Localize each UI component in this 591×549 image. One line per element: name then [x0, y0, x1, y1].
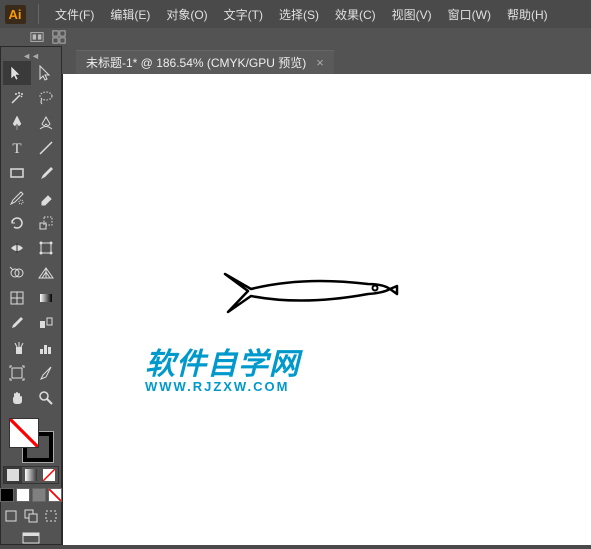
doc-control-bar — [0, 28, 591, 46]
titlebar: Ai 文件(F) 编辑(E) 对象(O) 文字(T) 选择(S) 效果(C) 视… — [0, 0, 591, 28]
screen-mode-icon[interactable] — [22, 532, 40, 549]
watermark-url: WWW.RJZXW.COM — [145, 379, 300, 394]
swatch-red[interactable] — [48, 488, 62, 502]
type-tool[interactable]: T — [3, 136, 31, 160]
artboard-tool[interactable] — [3, 361, 31, 385]
mesh-tool[interactable] — [3, 286, 31, 310]
direct-selection-tool[interactable] — [32, 61, 60, 85]
swatch-gray[interactable] — [32, 488, 46, 502]
svg-text:T: T — [12, 141, 21, 157]
color-mode-solid[interactable] — [4, 467, 22, 483]
eyedropper-tool[interactable] — [3, 311, 31, 335]
menu-type[interactable]: 文字(T) — [216, 0, 271, 28]
color-section — [3, 418, 59, 549]
watermark: 软件自学网 WWW.RJZXW.COM — [145, 339, 300, 394]
eraser-tool[interactable] — [32, 186, 60, 210]
width-tool[interactable] — [3, 236, 31, 260]
watermark-text: 软件自学网 — [145, 339, 300, 383]
scale-tool[interactable] — [32, 211, 60, 235]
pen-tool[interactable] — [3, 111, 31, 135]
draw-behind-icon[interactable] — [23, 508, 39, 524]
tab-title: 未标题-1* @ 186.54% (CMYK/GPU 预览) — [86, 54, 306, 71]
tools-panel: ◄◄ T — [0, 46, 62, 545]
hand-tool[interactable] — [3, 386, 31, 410]
slice-tool[interactable] — [32, 361, 60, 385]
gradient-tool[interactable] — [32, 286, 60, 310]
menu-select[interactable]: 选择(S) — [271, 0, 327, 28]
fish-drawing — [213, 264, 413, 327]
rotate-tool[interactable] — [3, 211, 31, 235]
fill-stroke-indicator[interactable] — [9, 418, 53, 462]
shaper-tool[interactable] — [3, 186, 31, 210]
swatch-white[interactable] — [16, 488, 30, 502]
line-tool[interactable] — [32, 136, 60, 160]
color-mode-selector — [3, 466, 59, 484]
blend-tool[interactable] — [32, 311, 60, 335]
tab-bar: 未标题-1* @ 186.54% (CMYK/GPU 预览) × — [62, 46, 591, 74]
magic-wand-tool[interactable] — [3, 86, 31, 110]
workspace: 未标题-1* @ 186.54% (CMYK/GPU 预览) × 软件自学网 W… — [62, 46, 591, 545]
swatch-black[interactable] — [0, 488, 14, 502]
toolbar-expand-icon[interactable]: ◄◄ — [3, 51, 59, 61]
doc-bridge-icon[interactable] — [30, 30, 44, 44]
curvature-tool[interactable] — [32, 111, 60, 135]
column-graph-tool[interactable] — [32, 336, 60, 360]
perspective-grid-tool[interactable] — [32, 261, 60, 285]
zoom-tool[interactable] — [32, 386, 60, 410]
menu-window[interactable]: 窗口(W) — [440, 0, 499, 28]
tool-grid: T — [3, 61, 59, 410]
draw-inside-icon[interactable] — [43, 508, 59, 524]
menu-effect[interactable]: 效果(C) — [327, 0, 384, 28]
free-transform-tool[interactable] — [32, 236, 60, 260]
ai-badge-icon: Ai — [5, 5, 26, 24]
menu-view[interactable]: 视图(V) — [384, 0, 440, 28]
menubar: 文件(F) 编辑(E) 对象(O) 文字(T) 选择(S) 效果(C) 视图(V… — [47, 0, 556, 28]
draw-normal-icon[interactable] — [3, 508, 19, 524]
paintbrush-tool[interactable] — [32, 161, 60, 185]
fill-swatch[interactable] — [9, 418, 39, 448]
selection-tool[interactable] — [3, 61, 31, 85]
color-mode-gradient[interactable] — [22, 467, 40, 483]
swatches-row — [0, 488, 62, 502]
main-area: ◄◄ T — [0, 46, 591, 545]
separator — [38, 4, 39, 24]
symbol-sprayer-tool[interactable] — [3, 336, 31, 360]
shape-builder-tool[interactable] — [3, 261, 31, 285]
menu-file[interactable]: 文件(F) — [47, 0, 102, 28]
app-icon: Ai — [0, 0, 30, 28]
canvas[interactable]: 软件自学网 WWW.RJZXW.COM — [62, 74, 591, 545]
draw-modes — [3, 508, 59, 524]
tab-close-icon[interactable]: × — [316, 55, 324, 70]
document-tab[interactable]: 未标题-1* @ 186.54% (CMYK/GPU 预览) × — [76, 50, 334, 74]
menu-edit[interactable]: 编辑(E) — [102, 0, 158, 28]
menu-object[interactable]: 对象(O) — [158, 0, 215, 28]
menu-help[interactable]: 帮助(H) — [499, 0, 556, 28]
lasso-tool[interactable] — [32, 86, 60, 110]
doc-arrange-icon[interactable] — [52, 30, 66, 44]
rectangle-tool[interactable] — [3, 161, 31, 185]
color-mode-none[interactable] — [40, 467, 58, 483]
